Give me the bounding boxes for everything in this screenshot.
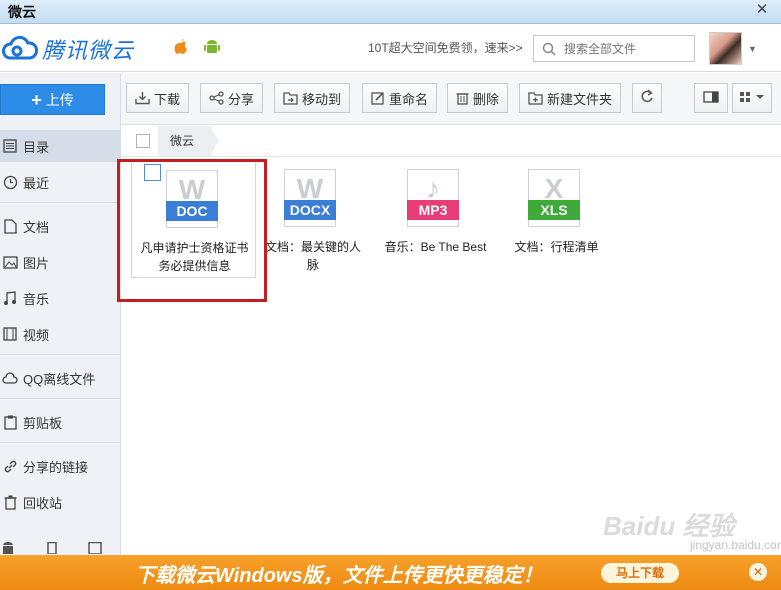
breadcrumb-item-root[interactable]: 微云 — [158, 126, 220, 156]
close-window-button[interactable]: ✕ — [747, 0, 777, 20]
sidebar-item-label: 剪贴板 — [23, 415, 63, 431]
sidebar-item-label: 分享的链接 — [23, 459, 89, 475]
share-label: 分享 — [228, 91, 255, 107]
banner-text: 下载微云Windows版，文件上传更快更稳定！ — [135, 565, 543, 587]
refresh-icon — [640, 89, 654, 107]
file-item[interactable]: ♪ MP3 音乐：Be The Best — [373, 160, 498, 278]
promo-banner: 下载微云Windows版，文件上传更快更稳定！ 马上下载 ✕ — [0, 555, 781, 590]
sidebar-item-directory[interactable]: 目录 — [0, 130, 121, 162]
new-folder-label: 新建文件夹 — [547, 91, 613, 107]
link-icon — [2, 458, 18, 474]
sidebar-item-recycle-bin[interactable]: 回收站 — [0, 486, 121, 518]
move-folder-icon — [283, 91, 298, 105]
file-name[interactable]: 文档：行程清单 — [494, 238, 619, 256]
sidebar-item-label: 文档 — [23, 219, 50, 235]
breadcrumb: 微云 — [121, 126, 781, 157]
cloud-logo-icon — [2, 36, 38, 60]
download-now-button[interactable]: 马上下载 — [601, 563, 679, 583]
sidebar-item-label: 最近 — [23, 175, 50, 191]
sidebar-item-label: 图片 — [23, 255, 50, 271]
move-label: 移动到 — [302, 91, 342, 107]
watermark-url: jingyan.baidu.com — [690, 538, 781, 552]
sidebar-item-clipboard[interactable]: 剪贴板 — [0, 406, 121, 438]
file-name[interactable]: 音乐：Be The Best — [373, 238, 498, 256]
close-icon[interactable]: ✕ — [749, 563, 767, 581]
sidebar-item-shared-links[interactable]: 分享的链接 — [0, 450, 121, 482]
chevron-down-icon[interactable]: ▼ — [748, 44, 757, 54]
trash-icon — [456, 91, 469, 105]
mp3-file-icon: ♪ MP3 — [407, 169, 459, 227]
apple-icon[interactable] — [174, 39, 188, 58]
sidebar-item-qq-offline[interactable]: QQ离线文件 — [0, 362, 121, 394]
clipboard-icon — [2, 414, 18, 430]
plus-icon: + — [31, 89, 42, 110]
upload-label: 上传 — [45, 91, 74, 108]
xls-file-icon: X XLS — [528, 169, 580, 227]
sidebar-item-label: 视频 — [23, 327, 50, 343]
sidebar-item-video[interactable]: 视频 — [0, 318, 121, 350]
grid-icon — [739, 91, 765, 106]
divider — [0, 398, 121, 399]
sidebar-item-documents[interactable]: 文档 — [0, 210, 121, 242]
document-icon — [2, 218, 18, 234]
rename-label: 重命名 — [389, 91, 429, 107]
logo-text: 腾讯微云 — [42, 38, 135, 63]
edit-icon — [371, 91, 385, 105]
search-input[interactable] — [562, 39, 690, 58]
promo-link[interactable]: 10T超大空间免费领，速来>> — [368, 39, 523, 56]
delete-button[interactable]: 删除 — [447, 83, 509, 113]
file-type-badge: MP3 — [407, 200, 459, 220]
app-header: 腾讯微云 10T超大空间免费领，速来>> ▼ — [0, 24, 781, 72]
move-to-button[interactable]: 移动到 — [274, 83, 351, 113]
android-icon[interactable] — [204, 39, 220, 58]
sidebar-item-recent[interactable]: 最近 — [0, 166, 121, 198]
share-button[interactable]: 分享 — [200, 83, 264, 113]
file-item[interactable]: X XLS 文档：行程清单 — [494, 160, 619, 278]
download-icon — [135, 91, 150, 105]
cloud-icon — [2, 370, 18, 386]
upload-button[interactable]: + 上传 — [0, 84, 105, 115]
highlight-box — [117, 159, 267, 302]
file-type-badge: DOCX — [284, 200, 336, 220]
sidebar-item-label: 音乐 — [23, 291, 50, 307]
download-button[interactable]: 下载 — [126, 83, 190, 113]
select-all-checkbox[interactable] — [136, 134, 150, 148]
file-item[interactable]: W DOCX 文档：最关键的人脉 — [250, 160, 375, 278]
sidebar-item-label: 回收站 — [23, 495, 63, 511]
panel-view-icon — [703, 90, 719, 106]
sidebar-item-music[interactable]: 音乐 — [0, 282, 121, 314]
delete-label: 删除 — [473, 91, 500, 107]
grid-view-button[interactable] — [732, 83, 772, 113]
sidebar-item-images[interactable]: 图片 — [0, 246, 121, 278]
sidebar: + 上传 目录 最近 文档 图片 音乐 视频 QQ离线文件 剪贴板 分享的链接 — [0, 73, 121, 555]
toolbar: 下载 分享 移动到 重命名 删除 新建文件夹 — [121, 73, 781, 125]
refresh-button[interactable] — [632, 83, 662, 113]
docx-file-icon: W DOCX — [284, 169, 336, 227]
file-name[interactable]: 文档：最关键的人脉 — [264, 238, 362, 274]
divider — [0, 354, 121, 355]
download-label: 下载 — [154, 91, 181, 107]
clock-icon — [2, 174, 18, 190]
share-icon — [209, 91, 224, 105]
list-view-button[interactable] — [694, 83, 728, 113]
avatar[interactable] — [709, 32, 742, 65]
app-logo[interactable]: 腾讯微云 — [2, 33, 134, 65]
list-icon — [2, 138, 18, 154]
trash-icon — [2, 494, 18, 510]
new-folder-icon — [528, 91, 543, 105]
divider — [0, 442, 121, 443]
file-type-badge: XLS — [528, 200, 580, 220]
divider — [0, 202, 121, 203]
new-folder-button[interactable]: 新建文件夹 — [519, 83, 622, 113]
title-bar: 微云 ✕ — [0, 0, 781, 24]
music-icon — [2, 290, 18, 306]
film-icon — [2, 326, 18, 342]
rename-button[interactable]: 重命名 — [362, 83, 438, 113]
search-box[interactable] — [533, 35, 695, 62]
image-icon — [2, 254, 18, 270]
sidebar-item-label: QQ离线文件 — [23, 371, 96, 387]
window-title: 微云 — [8, 4, 36, 20]
search-icon — [542, 42, 556, 59]
sidebar-item-label: 目录 — [23, 139, 50, 155]
